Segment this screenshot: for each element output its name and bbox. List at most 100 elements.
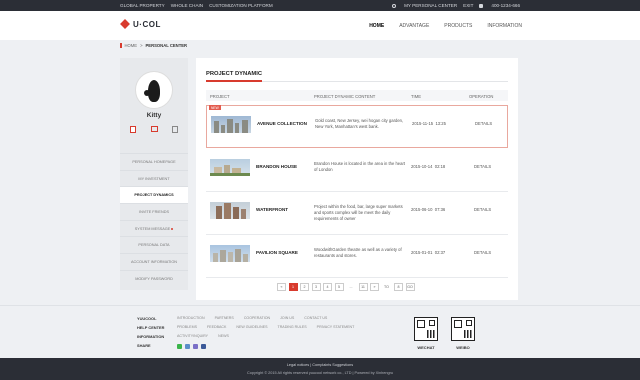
breadcrumb-home[interactable]: HOME — [125, 43, 138, 48]
nav-products[interactable]: PRODUCTS — [444, 23, 472, 29]
main-panel: PROJECT DYNAMIC PROJECT PROJECT DYNAMIC … — [196, 58, 518, 300]
page-button[interactable]: 3 — [311, 283, 321, 291]
facebook-share-icon[interactable] — [201, 344, 206, 349]
col-project: PROJECT — [210, 93, 230, 99]
sidebar-item-my-investment[interactable]: MY INVESTMENT — [120, 169, 188, 187]
sidebar-item-project-dynamics[interactable]: PROJECT DYNAMICS — [120, 186, 188, 204]
goto-label: TO — [384, 285, 389, 289]
nav-home[interactable]: HOME — [369, 23, 384, 29]
page-button[interactable]: 2 — [300, 283, 309, 291]
footer-link[interactable]: PROBLEMS — [177, 325, 197, 329]
project-thumbnail[interactable] — [210, 202, 250, 219]
sidebar-item-personal-data[interactable]: PERSONAL DATA — [120, 236, 188, 253]
avatar-figure-icon — [144, 80, 160, 102]
mail-icon[interactable] — [150, 126, 158, 132]
footer-link[interactable]: COOPERATION — [244, 316, 270, 320]
details-link[interactable]: DETAILS — [475, 121, 492, 126]
wechat-share-icon[interactable] — [177, 344, 182, 349]
top-link-global-property[interactable]: GLOBAL PROPERTY — [120, 3, 165, 8]
prev-page-button[interactable]: « — [277, 283, 286, 291]
page-button[interactable]: 5 — [334, 283, 344, 291]
project-clock: 02:37 — [434, 250, 446, 255]
table-row[interactable]: BRANDON HOUSE Brandon House is located i… — [206, 149, 508, 192]
weibo-share-icon[interactable] — [193, 344, 198, 349]
sidebar-menu: PERSONAL HOMEPAGE MY INVESTMENT PROJECT … — [120, 153, 188, 287]
footer-links-help: PROBLEMS FEEDBACK NEW GUIDELINES TRADING… — [177, 325, 354, 329]
sidebar-item-modify-password[interactable]: MODIFY PASSWORD — [120, 269, 188, 287]
page-button[interactable]: 11 — [358, 283, 368, 291]
sidebar-item-personal-homepage[interactable]: PERSONAL HOMEPAGE — [120, 153, 188, 170]
project-content: WoodwithGarden theatre as well as a vari… — [314, 247, 402, 259]
footer-link[interactable]: TRADING RULES — [278, 325, 307, 329]
footer-link[interactable]: PRIVACY STATEMENT — [317, 325, 355, 329]
wechat-qr-code — [414, 317, 438, 341]
page-ellipsis: ... — [349, 285, 353, 289]
details-link[interactable]: DETAILS — [474, 164, 491, 169]
nav-information[interactable]: INFORMATION — [487, 23, 522, 29]
footer-links-yuucool: INTRODUCTION PARTNERS COOPERATION JOIN U… — [177, 316, 327, 320]
sidebar-item-system-message[interactable]: SYSTEM MESSAGE — [120, 219, 188, 237]
project-name[interactable]: BRANDON HOUSE — [256, 164, 297, 169]
project-content: Project within the food, bar, large supe… — [314, 204, 403, 222]
project-name[interactable]: WATERFRONT — [256, 207, 288, 212]
table-row[interactable]: WATERFRONT Project within the food, bar,… — [206, 192, 508, 235]
project-thumbnail[interactable] — [211, 116, 251, 133]
mobile-icon[interactable] — [130, 126, 136, 133]
top-right: MY PERSONAL CENTER EXIT 400-1234-666 — [392, 3, 520, 8]
nav-advantage[interactable]: ADVANTAGE — [399, 23, 429, 29]
col-time: TIME — [411, 93, 422, 99]
project-thumbnail[interactable] — [210, 245, 250, 262]
footer-label-information: INFORMATION — [137, 334, 165, 339]
footer-label-yuucool: YUUCOOL — [137, 316, 157, 321]
col-operation: OPERATION — [469, 93, 494, 99]
page-button[interactable]: 4 — [323, 283, 332, 291]
goto-page-input[interactable]: 8 — [394, 283, 403, 291]
logo[interactable]: U·COL — [120, 19, 161, 29]
avatar[interactable] — [135, 71, 173, 109]
profile-sidebar: Kitty PERSONAL HOMEPAGE MY INVESTMENT PR… — [120, 58, 188, 290]
details-link[interactable]: DETAILS — [474, 207, 491, 212]
top-links: GLOBAL PROPERTY WHOLE CHAIN CUSTOMIZATIO… — [120, 3, 273, 8]
project-clock: 07:36 — [434, 207, 446, 212]
next-page-button[interactable]: » — [370, 283, 379, 291]
footer-link[interactable]: JOIN US — [280, 316, 294, 320]
footer-link[interactable]: ACTIVITYINQUIRY — [177, 334, 208, 338]
user-icon — [392, 3, 397, 8]
sidebar-item-invite-friends[interactable]: INVITE FRIENDS — [120, 203, 188, 220]
project-name[interactable]: PAVILION SQUARE — [256, 250, 298, 255]
footer-link[interactable]: CONTACT US — [304, 316, 327, 320]
exit-link[interactable]: EXIT — [463, 3, 473, 8]
project-time: 2015-10-14 02:18 — [411, 164, 445, 169]
new-badge: NEW — [209, 105, 221, 110]
table-row[interactable]: PAVILION SQUARE WoodwithGarden theatre a… — [206, 235, 508, 278]
username: Kitty — [146, 112, 162, 119]
top-link-whole-chain[interactable]: WHOLE CHAIN — [171, 3, 203, 8]
copyright: Copyright © 2015 All rights reserved yuu… — [247, 371, 393, 375]
phone-number: 400-1234-666 — [491, 3, 520, 8]
go-button[interactable]: GO — [405, 283, 415, 291]
footer-link[interactable]: PARTNERS — [215, 316, 234, 320]
project-time: 2015-01-01 02:37 — [411, 250, 445, 255]
legal-links[interactable]: Legal notices | Complaints Suggestions — [0, 363, 640, 367]
footer-link[interactable]: NEWS — [218, 334, 229, 338]
page-button[interactable]: 1 — [288, 283, 298, 291]
project-thumbnail[interactable] — [210, 159, 250, 176]
footer-link[interactable]: NEW GUIDELINES — [236, 325, 267, 329]
personal-center-link[interactable]: MY PERSONAL CENTER — [404, 3, 457, 8]
project-time: 2015-06-10 07:36 — [411, 207, 445, 212]
footer-link[interactable]: FEEDBACK — [207, 325, 226, 329]
logo-mark-icon — [120, 19, 130, 29]
footer-label-help: HELP CENTER — [137, 325, 165, 330]
top-bar: GLOBAL PROPERTY WHOLE CHAIN CUSTOMIZATIO… — [0, 0, 640, 11]
top-link-customization[interactable]: CUSTOMIZATION PLATFORM — [209, 3, 273, 8]
details-link[interactable]: DETAILS — [474, 250, 491, 255]
project-content: Brandon House is located in the area in … — [314, 161, 406, 173]
project-name[interactable]: AVENUE COLLECTION — [257, 121, 307, 126]
project-clock: 13:25 — [435, 121, 446, 126]
page-title: PROJECT DYNAMIC — [206, 71, 263, 77]
sidebar-item-account-information[interactable]: ACCOUNT INFORMATION — [120, 253, 188, 270]
footer-link[interactable]: INTRODUCTION — [177, 316, 205, 320]
qq-share-icon[interactable] — [185, 344, 190, 349]
id-card-icon[interactable] — [172, 126, 178, 133]
table-row[interactable]: NEW AVENUE COLLECTION Gold coast, New Je… — [206, 105, 508, 148]
